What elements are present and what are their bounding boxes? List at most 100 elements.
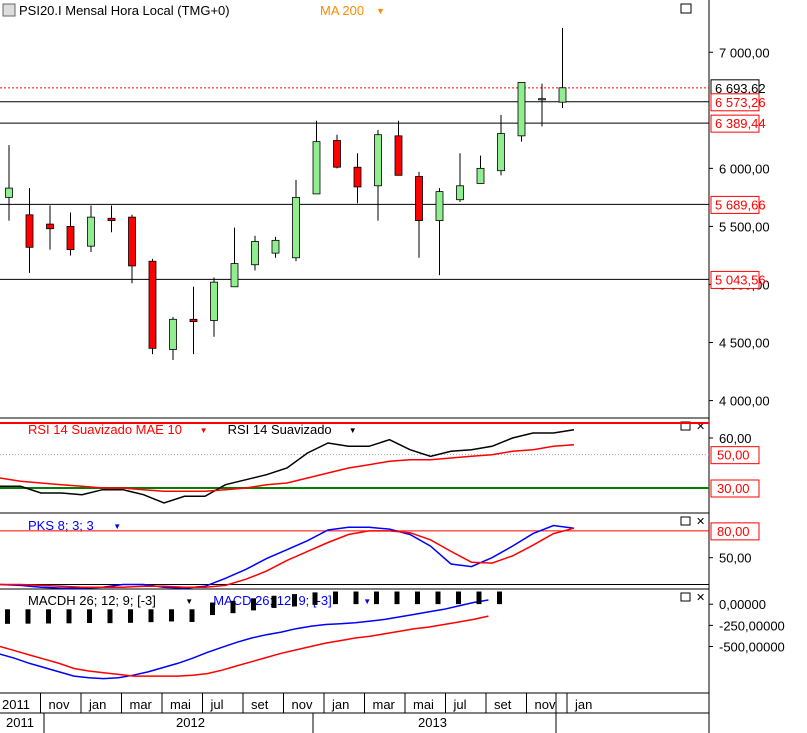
year-label: 2011	[6, 715, 34, 730]
histogram-bar	[435, 591, 441, 605]
candle-body	[230, 263, 239, 288]
level-label: 6 389,44	[715, 116, 766, 131]
month-label: jan	[331, 697, 349, 712]
histogram-bar	[292, 594, 297, 607]
candle-body	[538, 98, 546, 101]
y-tick-label: 6 000,00	[719, 161, 770, 176]
month-label: jul	[453, 697, 467, 712]
chevron-down-icon: ▼	[363, 597, 371, 606]
month-label: jul	[210, 697, 224, 712]
month-label: nov	[49, 697, 70, 712]
candle-body	[374, 134, 382, 187]
candle-body	[107, 217, 116, 222]
month-label: nov	[535, 697, 556, 712]
y-tick-label: 60,00	[719, 431, 752, 446]
level-label: 30,00	[717, 481, 750, 496]
histogram-bar	[230, 600, 236, 614]
candle-body	[46, 223, 54, 230]
histogram-bar	[128, 609, 133, 623]
histogram-bar	[87, 609, 92, 623]
year-label: 2013	[418, 715, 447, 730]
candle-body	[353, 166, 362, 188]
candle-body	[415, 176, 423, 222]
candle-body	[251, 241, 259, 266]
histogram-bar	[25, 609, 31, 624]
candle-body	[476, 167, 485, 184]
histogram-bar	[66, 609, 72, 624]
candle-body	[271, 239, 280, 254]
histogram-bar	[497, 591, 502, 605]
chevron-down-icon: ▼	[349, 426, 357, 435]
y-tick-label: -250,00000	[719, 618, 785, 633]
month-label: set	[494, 697, 512, 712]
chart-title: PSI20.I Mensal Hora Local (TMG+0)	[19, 3, 230, 18]
chevron-down-icon: ▼	[200, 426, 208, 435]
month-label: mai	[413, 697, 434, 712]
histogram-bar	[312, 592, 318, 605]
candle-body	[87, 216, 95, 247]
candle-body	[558, 87, 567, 103]
chevron-down-icon: ▼	[185, 597, 193, 606]
month-label: mai	[170, 697, 191, 712]
candle-body	[169, 318, 177, 350]
level-label: 5 043,56	[715, 272, 766, 287]
histogram-bar	[394, 591, 400, 605]
histogram-bar	[476, 591, 482, 605]
year-label: 2012	[176, 715, 205, 730]
month-label: set	[251, 697, 269, 712]
candle-body	[210, 281, 218, 321]
histogram-bar	[148, 609, 154, 623]
level-label: 80,00	[717, 524, 750, 539]
candle-body	[5, 187, 13, 198]
histogram-bar	[271, 595, 277, 608]
month-label: nov	[292, 697, 313, 712]
chart-window-icon[interactable]	[2, 3, 16, 17]
candle-body	[456, 185, 464, 201]
y-tick-label: -500,00000	[719, 639, 785, 654]
histogram-bar	[251, 598, 256, 611]
level-label: 6 573,26	[715, 95, 766, 110]
candle-body	[148, 260, 157, 349]
histogram-bar	[333, 591, 338, 605]
histogram-bar	[415, 591, 420, 605]
y-tick-label: 4 000,00	[719, 394, 770, 409]
candle-body	[394, 135, 403, 176]
month-label: mar	[130, 697, 153, 712]
histogram-bar	[5, 609, 10, 624]
y-tick-label: 4 500,00	[719, 336, 770, 351]
y-tick-label: 7 000,00	[719, 45, 770, 60]
chevron-down-icon: ▼	[113, 522, 121, 531]
y-tick-label: 50,00	[719, 551, 752, 566]
candle-body	[292, 196, 300, 259]
candle-body	[333, 140, 341, 168]
candle-body	[189, 318, 198, 323]
candle-body	[66, 226, 75, 251]
candle-body	[25, 214, 34, 248]
histogram-bar	[189, 609, 195, 622]
histogram-bar	[210, 602, 215, 616]
indicator-label: MA 200	[320, 3, 364, 18]
chevron-down-icon[interactable]: ▼	[376, 6, 385, 16]
month-label: mar	[373, 697, 396, 712]
histogram-bar	[107, 609, 113, 624]
histogram-bar	[169, 609, 174, 622]
y-tick-label: 5 500,00	[719, 219, 770, 234]
histogram-bar	[46, 609, 51, 624]
month-label: jan	[88, 697, 106, 712]
level-label: 50,00	[717, 448, 750, 463]
histogram-bar	[456, 591, 461, 605]
month-label: jan	[574, 697, 592, 712]
histogram-bar	[374, 591, 379, 605]
chart-background	[0, 0, 807, 733]
series-label: RSI 14 Suavizado MAE 10	[28, 422, 182, 437]
y-tick-label: 0,00000	[719, 597, 766, 612]
series-label: RSI 14 Suavizado	[228, 422, 332, 437]
candle-body	[497, 133, 505, 172]
series-label: MACDH 26; 12; 9; [-3]	[28, 593, 156, 608]
level-label: 5 689,66	[715, 197, 766, 212]
month-label: 2011	[2, 697, 30, 712]
close-icon: ✕	[696, 516, 705, 528]
candle-body	[312, 141, 321, 195]
candle-body	[517, 82, 526, 137]
histogram-bar	[353, 591, 359, 605]
